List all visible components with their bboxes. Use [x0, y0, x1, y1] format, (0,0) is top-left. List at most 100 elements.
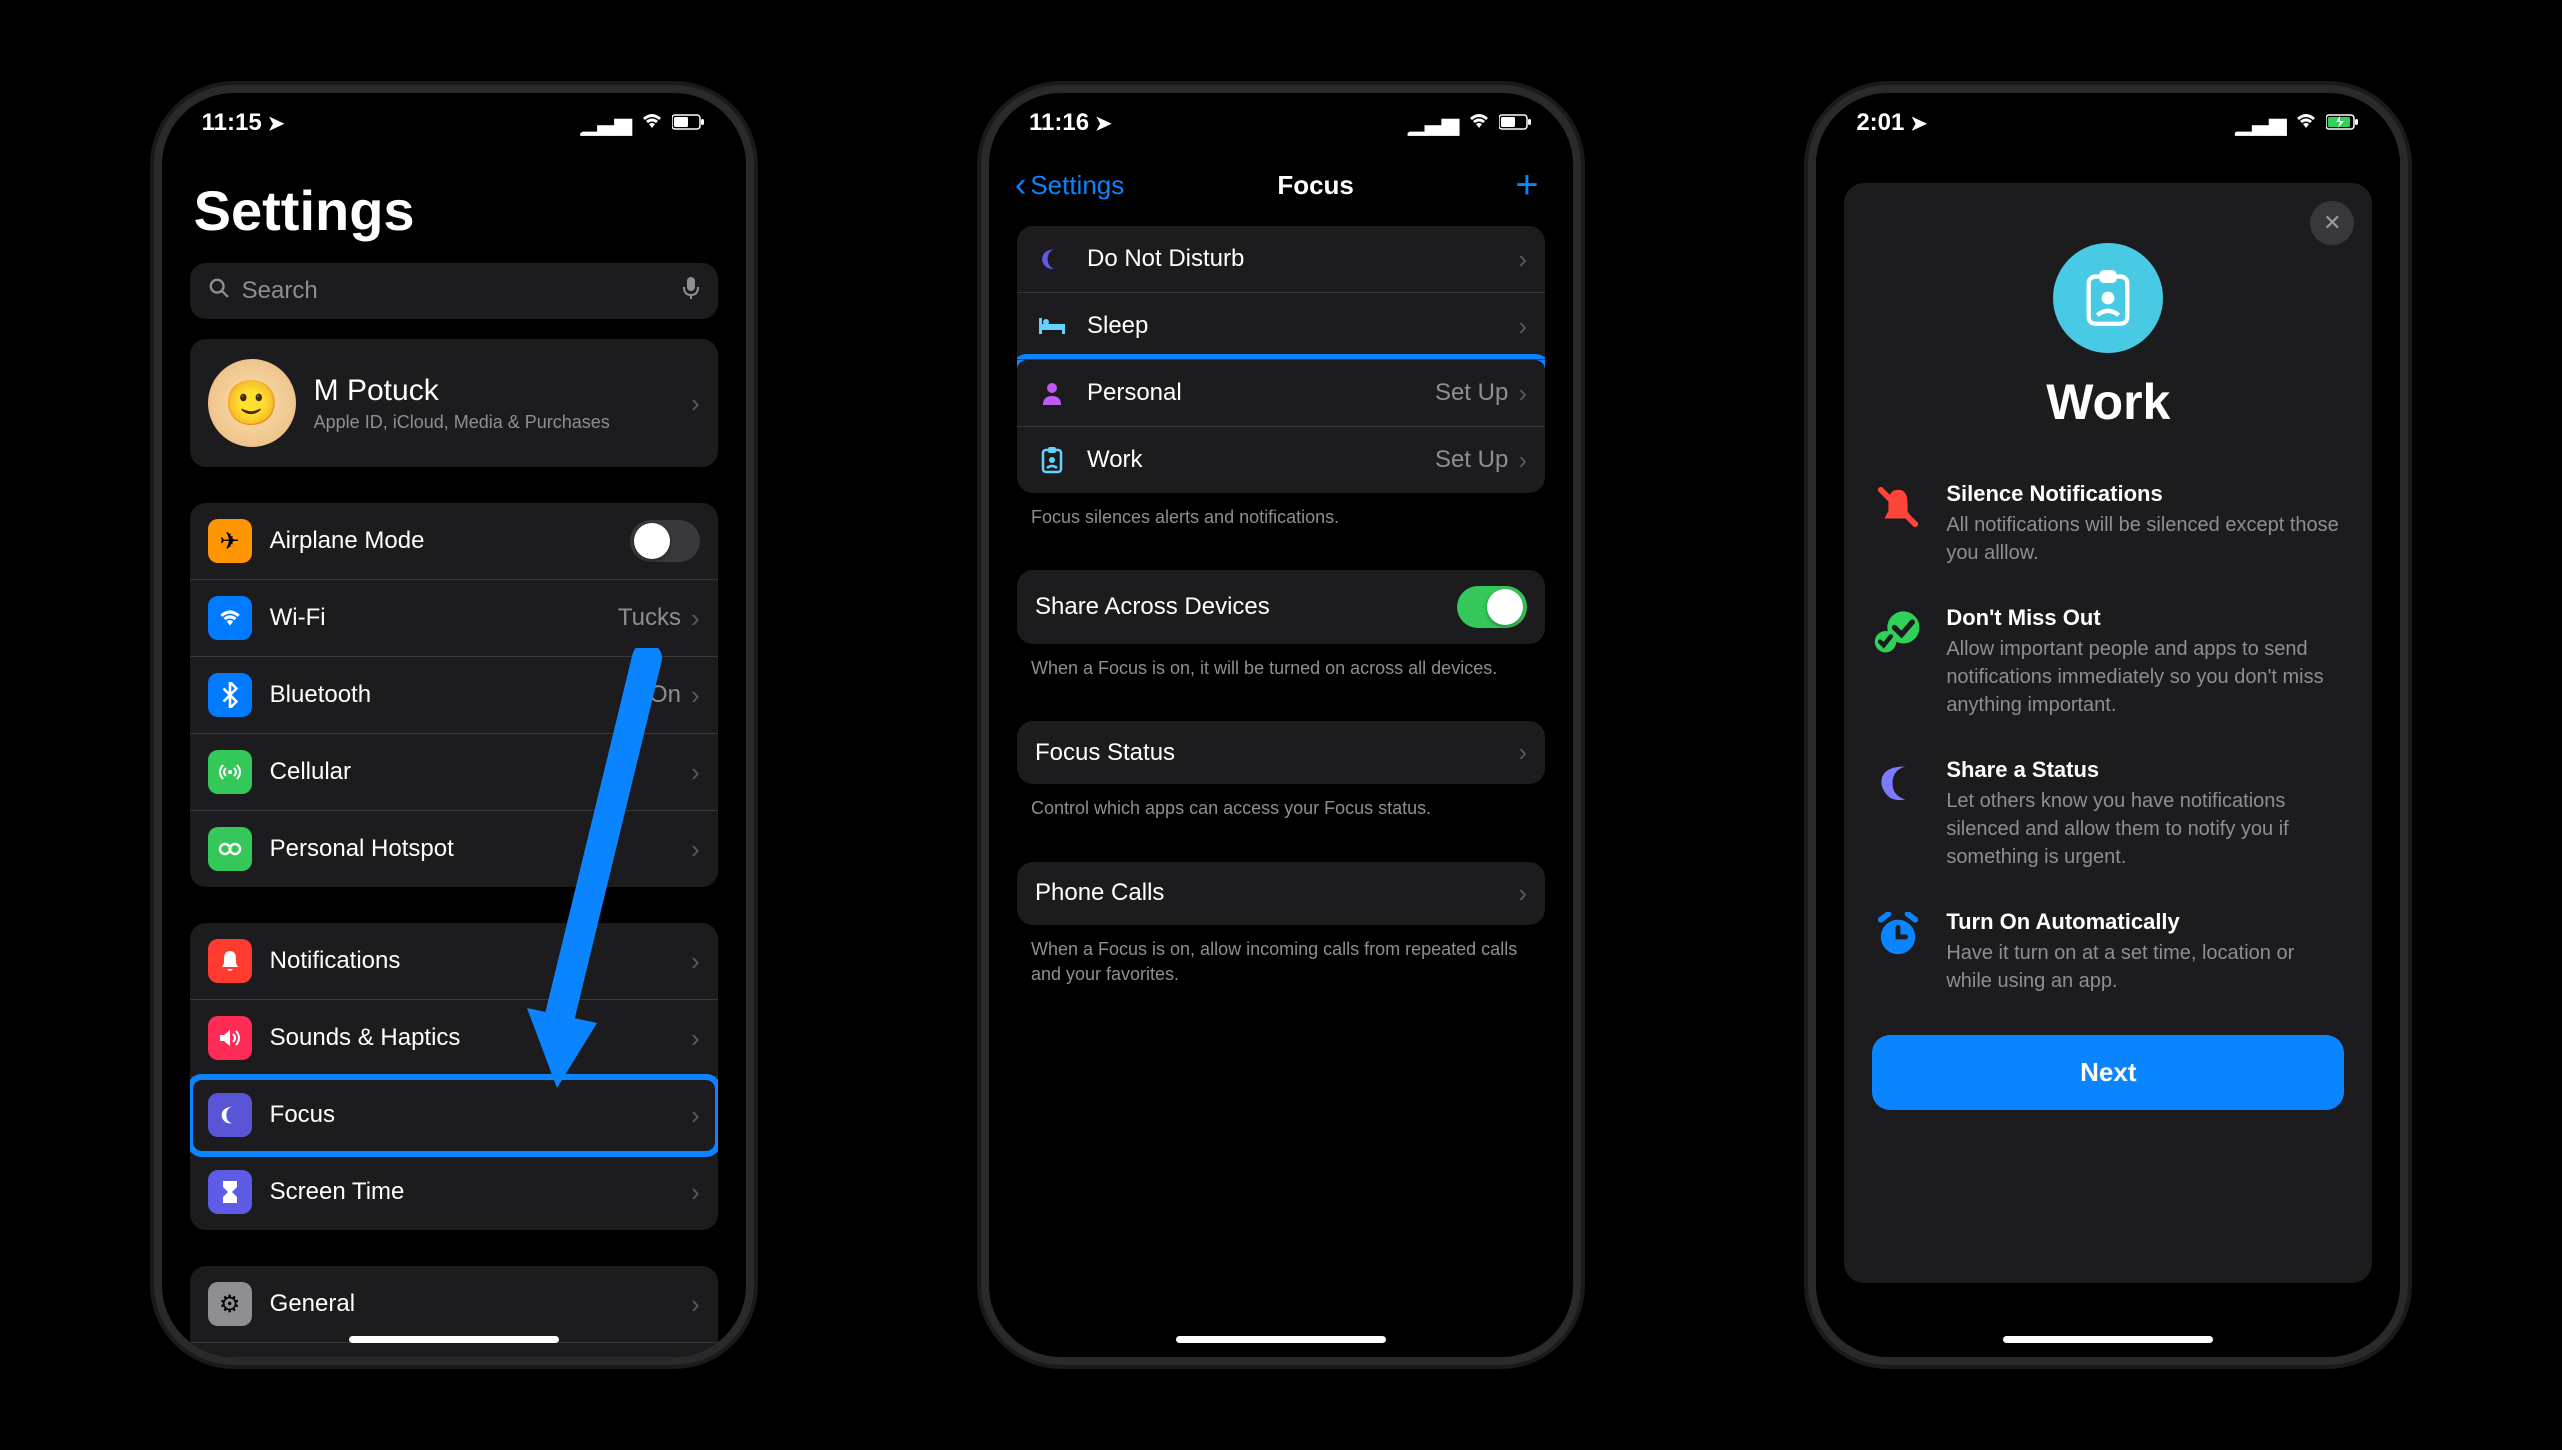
wifi-icon	[1467, 110, 1491, 136]
footer-text: When a Focus is on, it will be turned on…	[1009, 644, 1553, 681]
chevron-right-icon: ›	[691, 757, 700, 788]
nav-title: Focus	[1277, 170, 1354, 201]
chevron-right-icon: ›	[691, 1023, 700, 1054]
wifi-settings-icon	[208, 596, 252, 640]
cellular-label: Cellular	[270, 758, 691, 786]
focus-icon	[208, 1093, 252, 1137]
hotspot-icon	[208, 827, 252, 871]
chevron-right-icon: ›	[691, 1177, 700, 1208]
close-button[interactable]: ✕	[2310, 201, 2354, 245]
share-card: Share Across Devices	[1017, 570, 1545, 644]
bluetooth-value: On	[649, 681, 681, 709]
profile-name: M Potuck	[314, 374, 673, 408]
battery-icon	[672, 110, 706, 136]
phonecalls-label: Phone Calls	[1035, 879, 1518, 907]
status-time: 11:15	[202, 109, 262, 137]
chevron-right-icon: ›	[691, 388, 700, 419]
personal-row[interactable]: Personal Set Up ›	[1017, 360, 1545, 427]
battery-icon	[1499, 110, 1533, 136]
wifi-label: Wi-Fi	[270, 604, 618, 632]
bluetooth-row[interactable]: Bluetooth On ›	[190, 657, 718, 734]
screentime-row[interactable]: Screen Time ›	[190, 1154, 718, 1230]
phonecalls-row[interactable]: Phone Calls ›	[1017, 862, 1545, 925]
feature-title: Silence Notifications	[1946, 481, 2344, 507]
sounds-label: Sounds & Haptics	[270, 1024, 691, 1052]
personal-value: Set Up	[1435, 379, 1508, 407]
search-input[interactable]: Search	[190, 263, 718, 319]
controlcenter-row[interactable]: Control Center ›	[190, 1343, 718, 1357]
feature-title: Turn On Automatically	[1946, 909, 2344, 935]
status-time: 11:16	[1029, 109, 1089, 137]
chevron-right-icon: ›	[1518, 378, 1527, 409]
share-row[interactable]: Share Across Devices	[1017, 570, 1545, 644]
back-button[interactable]: ‹ Settings	[1015, 166, 1124, 205]
wifi-row[interactable]: Wi-Fi Tucks ›	[190, 580, 718, 657]
feature-sub: Have it turn on at a set time, location …	[1946, 939, 2344, 995]
mic-icon[interactable]	[682, 276, 700, 307]
home-indicator[interactable]	[2003, 1336, 2213, 1343]
wifi-icon	[640, 110, 664, 136]
feature-sub: Let others know you have notifications s…	[1946, 787, 2344, 871]
sleep-row[interactable]: Sleep ›	[1017, 293, 1545, 360]
footer-text: When a Focus is on, allow incoming calls…	[1009, 925, 1553, 987]
general-label: General	[270, 1290, 691, 1318]
airplane-label: Airplane Mode	[270, 527, 630, 555]
nav-bar: ‹ Settings Focus +	[1009, 153, 1553, 226]
work-value: Set Up	[1435, 446, 1508, 474]
back-label: Settings	[1030, 170, 1124, 201]
phone-settings: 11:15 ➤ ▁▃▅ Settings Search	[154, 85, 754, 1365]
focus-row[interactable]: Focus ›	[190, 1077, 718, 1154]
chevron-right-icon: ›	[1518, 445, 1527, 476]
add-button[interactable]: +	[1507, 163, 1547, 208]
notifications-row[interactable]: Notifications ›	[190, 923, 718, 1000]
home-indicator[interactable]	[349, 1336, 559, 1343]
moon-icon	[1872, 757, 1924, 809]
cellular-row[interactable]: Cellular ›	[190, 734, 718, 811]
work-row[interactable]: Work Set Up ›	[1017, 427, 1545, 493]
chevron-right-icon: ›	[1518, 737, 1527, 768]
screen-1: 11:15 ➤ ▁▃▅ Settings Search	[162, 93, 746, 1357]
bluetooth-label: Bluetooth	[270, 681, 649, 709]
dnd-row[interactable]: Do Not Disturb ›	[1017, 226, 1545, 293]
feature-auto: Turn On Automatically Have it turn on at…	[1872, 909, 2344, 995]
work-label: Work	[1087, 446, 1435, 474]
share-label: Share Across Devices	[1035, 593, 1457, 621]
notifications-label: Notifications	[270, 947, 691, 975]
bell-slash-icon	[1872, 481, 1924, 533]
avatar: 🙂	[208, 359, 296, 447]
screen-3: 2:01 ➤ ▁▃▅ ✕ Work	[1816, 93, 2400, 1357]
airplane-icon: ✈︎	[208, 519, 252, 563]
general-icon: ⚙︎	[208, 1282, 252, 1326]
focusstatus-card: Focus Status ›	[1017, 721, 1545, 784]
share-toggle[interactable]	[1457, 586, 1527, 628]
feature-silence: Silence Notifications All notifications …	[1872, 481, 2344, 567]
airplane-toggle[interactable]	[630, 520, 700, 562]
screentime-icon	[208, 1170, 252, 1214]
home-indicator[interactable]	[1176, 1336, 1386, 1343]
work-setup-modal: ✕ Work Silence Notifications All notific…	[1844, 183, 2372, 1283]
focus-modes-card: Do Not Disturb › Sleep › Personal Set Up…	[1017, 226, 1545, 493]
checkmark-circle-icon	[1872, 605, 1924, 657]
sounds-row[interactable]: Sounds & Haptics ›	[190, 1000, 718, 1077]
airplane-mode-row[interactable]: ✈︎ Airplane Mode	[190, 503, 718, 580]
hotspot-row[interactable]: Personal Hotspot ›	[190, 811, 718, 887]
sleep-label: Sleep	[1087, 312, 1518, 340]
alarm-clock-icon	[1872, 909, 1924, 961]
apple-id-card[interactable]: 🙂 M Potuck Apple ID, iCloud, Media & Pur…	[190, 339, 718, 467]
location-arrow-icon: ➤	[1095, 111, 1112, 136]
focus-label: Focus	[270, 1101, 691, 1129]
wifi-value: Tucks	[618, 604, 681, 632]
chevron-right-icon: ›	[691, 946, 700, 977]
footer-text: Focus silences alerts and notifications.	[1009, 493, 1553, 530]
sounds-icon	[208, 1016, 252, 1060]
chevron-right-icon: ›	[1518, 311, 1527, 342]
general-row[interactable]: ⚙︎ General ›	[190, 1266, 718, 1343]
dnd-label: Do Not Disturb	[1087, 245, 1518, 273]
notch	[1141, 93, 1421, 138]
next-button[interactable]: Next	[1872, 1035, 2344, 1110]
chevron-right-icon: ›	[691, 834, 700, 865]
screentime-label: Screen Time	[270, 1178, 691, 1206]
phone-work-setup: 2:01 ➤ ▁▃▅ ✕ Work	[1808, 85, 2408, 1365]
focusstatus-row[interactable]: Focus Status ›	[1017, 721, 1545, 784]
notch	[314, 93, 594, 138]
